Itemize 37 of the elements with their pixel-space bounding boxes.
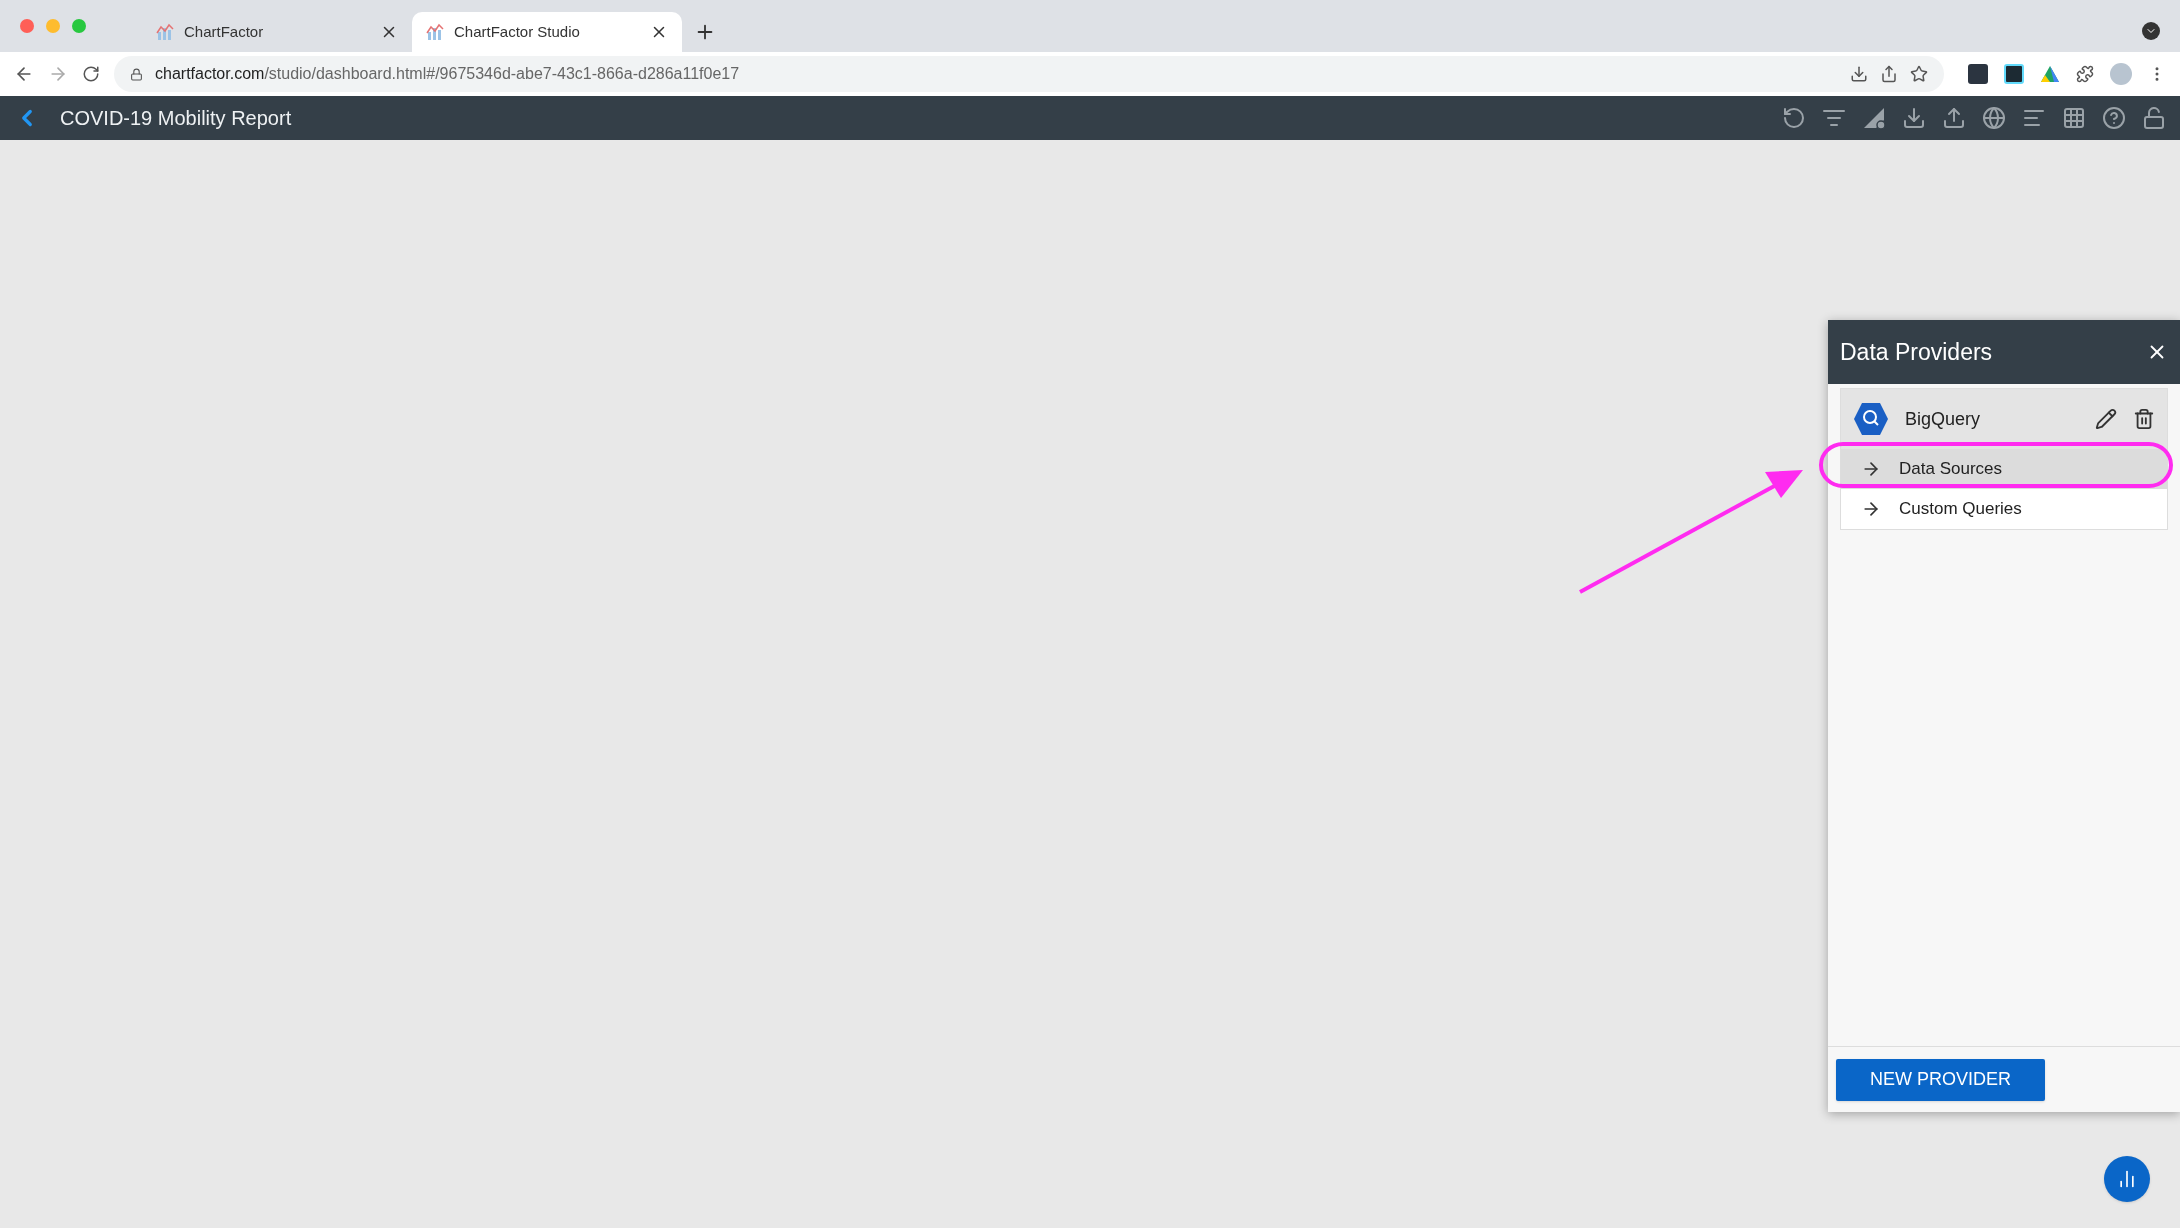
edit-icon[interactable] bbox=[2095, 408, 2117, 430]
url-text: chartfactor.com/studio/dashboard.html#/9675346d-abe7-43c1-866a-d286a11f0e17 bbox=[155, 64, 741, 84]
browser-tab[interactable]: ChartFactor Studio bbox=[412, 12, 682, 52]
share-icon[interactable] bbox=[1880, 65, 1898, 83]
dashboard-title: COVID-19 Mobility Report bbox=[60, 106, 292, 131]
atom-extension-icon[interactable] bbox=[2004, 64, 2024, 84]
upload-icon[interactable] bbox=[1942, 106, 1966, 130]
triangle-extension-icon[interactable] bbox=[2040, 65, 2060, 83]
extensions-icon[interactable] bbox=[2076, 65, 2094, 83]
tab-title: ChartFactor bbox=[184, 21, 265, 42]
triangle-gear-icon[interactable] bbox=[1862, 106, 1886, 130]
provider-name: BigQuery bbox=[1905, 407, 1982, 431]
hexagon-search-icon bbox=[1853, 402, 1889, 436]
tab-list-button[interactable] bbox=[2142, 22, 2160, 40]
provider-menu-item[interactable]: Data Sources bbox=[1841, 449, 2167, 489]
extension-icon[interactable] bbox=[1968, 64, 1988, 84]
rotate-icon[interactable] bbox=[1782, 106, 1806, 130]
install-icon[interactable] bbox=[1850, 65, 1868, 83]
bookmark-star-icon[interactable] bbox=[1910, 65, 1928, 83]
unlock-icon[interactable] bbox=[2142, 106, 2166, 130]
browser-tab[interactable]: ChartFactor bbox=[142, 12, 412, 52]
panel-title: Data Providers bbox=[1840, 337, 1993, 367]
chart-icon bbox=[2117, 1169, 2137, 1189]
chart-icon bbox=[156, 23, 174, 41]
chart-fab[interactable] bbox=[2104, 1156, 2150, 1202]
lock-icon bbox=[130, 67, 143, 81]
download-icon[interactable] bbox=[1902, 106, 1926, 130]
delete-icon[interactable] bbox=[2133, 408, 2155, 430]
tab-title: ChartFactor Studio bbox=[454, 21, 581, 42]
address-field[interactable]: chartfactor.com/studio/dashboard.html#/9675346d-abe7-43c1-866a-d286a11f0e17 bbox=[114, 56, 1944, 92]
help-icon[interactable] bbox=[2102, 106, 2126, 130]
globe-icon[interactable] bbox=[1982, 106, 2006, 130]
grid-icon[interactable] bbox=[2062, 106, 2086, 130]
provider-row[interactable]: BigQuery bbox=[1841, 389, 2167, 449]
new-provider-button[interactable]: NEW PROVIDER bbox=[1836, 1058, 2045, 1101]
reload-icon[interactable] bbox=[82, 65, 100, 83]
chart-icon bbox=[426, 23, 444, 41]
